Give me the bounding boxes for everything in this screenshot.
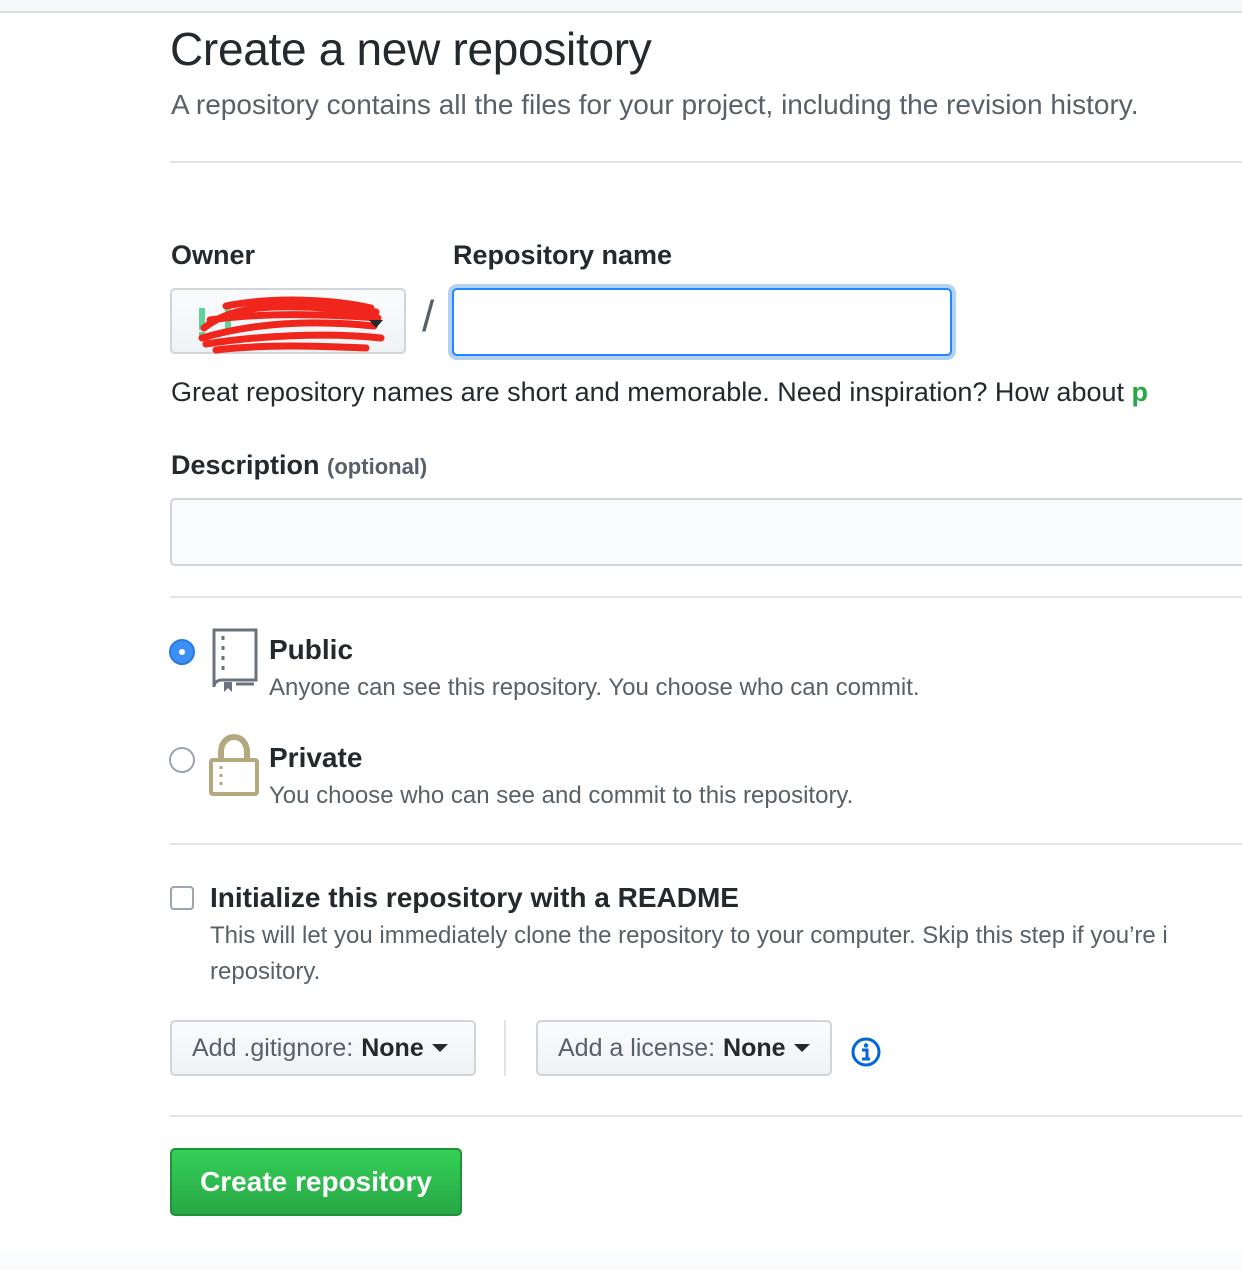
- public-radio[interactable]: [169, 639, 195, 665]
- readme-checkbox[interactable]: [170, 886, 194, 910]
- create-repository-button[interactable]: Create repository: [170, 1148, 462, 1216]
- footer-strip: [0, 1252, 1242, 1270]
- repository-name-input[interactable]: [452, 288, 952, 356]
- optional-note: (optional): [327, 454, 428, 479]
- name-hint: Great repository names are short and mem…: [171, 377, 1148, 408]
- divider: [170, 843, 1242, 845]
- name-suggestion-link[interactable]: p: [1132, 377, 1149, 407]
- private-description: You choose who can see and commit to thi…: [269, 782, 854, 809]
- chevron-down-icon: [793, 1044, 810, 1052]
- page-title: Create a new repository: [170, 23, 652, 75]
- info-icon[interactable]: [850, 1036, 882, 1068]
- gitignore-value: None: [361, 1033, 424, 1062]
- license-label: Add a license:: [558, 1033, 716, 1062]
- description-input[interactable]: [170, 498, 1242, 566]
- select-separator: [504, 1020, 506, 1076]
- owner-repo-separator: /: [422, 292, 435, 341]
- owner-select[interactable]: [170, 288, 406, 354]
- gitignore-select[interactable]: Add .gitignore: None: [170, 1020, 476, 1076]
- chevron-down-icon: [369, 320, 383, 328]
- name-hint-text: Great repository names are short and mem…: [171, 377, 1132, 407]
- readme-description: This will let you immediately clone the …: [210, 922, 1168, 949]
- divider: [170, 1115, 1242, 1117]
- chevron-down-icon: [431, 1044, 448, 1052]
- gitignore-label: Add .gitignore:: [192, 1033, 354, 1062]
- license-select[interactable]: Add a license: None: [536, 1020, 832, 1076]
- redaction-scribble: [198, 296, 385, 354]
- license-value: None: [723, 1033, 786, 1062]
- repo-book-icon: [212, 628, 258, 692]
- page-subtitle: A repository contains all the files for …: [171, 89, 1139, 120]
- divider: [170, 161, 1242, 163]
- readme-title: Initialize this repository with a README: [210, 882, 739, 913]
- public-title: Public: [269, 634, 354, 665]
- description-label-text: Description: [171, 450, 320, 480]
- private-radio[interactable]: [169, 747, 195, 773]
- repository-name-label: Repository name: [453, 240, 673, 270]
- description-label: Description (optional): [171, 450, 427, 481]
- browser-top-strip: [0, 0, 1242, 13]
- private-title: Private: [269, 742, 363, 773]
- public-description: Anyone can see this repository. You choo…: [269, 674, 920, 701]
- owner-label: Owner: [171, 240, 256, 270]
- divider: [170, 596, 1242, 598]
- readme-description-cont: repository.: [210, 958, 321, 985]
- lock-icon: [209, 734, 259, 796]
